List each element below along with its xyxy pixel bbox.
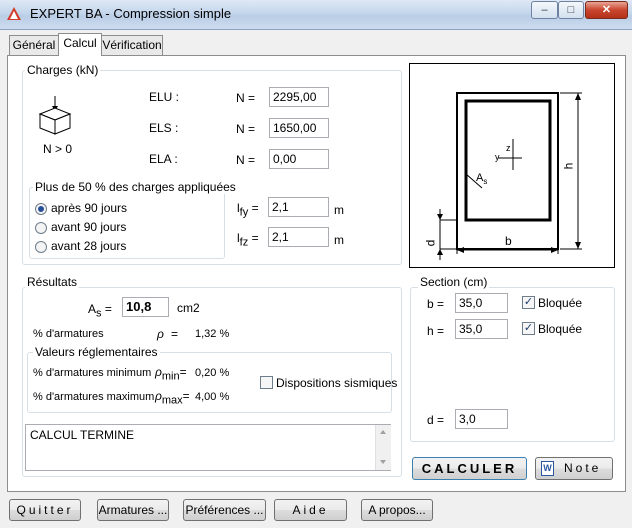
section-diagram: b h d As y z [409, 63, 615, 268]
lfz-label: lfz = [237, 231, 259, 249]
section-group-title: Section (cm) [418, 275, 490, 289]
app-icon [6, 6, 22, 22]
lfy-label: lfy = [237, 201, 259, 219]
diagram-z-axis: z [506, 143, 511, 153]
message-scrollbar[interactable] [375, 425, 391, 470]
lfy-unit: m [334, 203, 344, 217]
ela-n-label: N = [236, 153, 256, 167]
section-b-label: b = [427, 297, 445, 311]
lfy-input[interactable]: 2,1 [268, 197, 329, 217]
lfz-unit: m [334, 233, 344, 247]
elu-n-input[interactable]: 2295,00 [269, 87, 329, 107]
diagram-y-axis: y [495, 152, 500, 162]
radio-apres-90[interactable] [35, 203, 47, 215]
quitter-button[interactable]: Quitter [9, 499, 81, 521]
pct-max-value: 4,00 % [195, 391, 230, 403]
armatures-button[interactable]: Armatures ... [97, 499, 169, 521]
section-d-label: d = [427, 413, 445, 427]
tab-calcul[interactable]: Calcul [58, 33, 102, 56]
preferences-button[interactable]: Préférences ... [183, 499, 266, 521]
diagram-h-label: h [561, 162, 576, 170]
seismic-checkbox[interactable] [260, 376, 273, 389]
message-text: CALCUL TERMINE [30, 428, 135, 442]
note-button[interactable]: W Note [535, 457, 613, 480]
ela-n-input[interactable]: 0,00 [269, 149, 329, 169]
rho-min-label: ρmin= [155, 365, 187, 383]
els-n-label: N = [236, 122, 256, 136]
minimize-button[interactable]: – [531, 1, 558, 19]
diagram-b-label: b [505, 234, 512, 248]
els-label: ELS : [149, 121, 179, 135]
b-locked-checkbox[interactable]: ✓ [522, 296, 535, 309]
rho-eq: = [171, 327, 179, 341]
message-box[interactable]: CALCUL TERMINE [25, 424, 391, 471]
as-unit: cm2 [177, 301, 200, 315]
radio-avant-28-label: avant 28 jours [51, 239, 127, 253]
elu-label: ELU : [149, 90, 180, 104]
section-b-input[interactable]: 35,0 [455, 293, 508, 313]
pct-armatures-label: % d'armatures [33, 328, 104, 340]
radio-avant-90-label: avant 90 jours [51, 220, 127, 234]
calculer-button[interactable]: CALCULER [412, 457, 527, 480]
radio-apres-90-label: après 90 jours [51, 201, 128, 215]
results-group-title: Résultats [25, 275, 80, 289]
aide-button[interactable]: Aide [274, 499, 347, 521]
scroll-down-icon[interactable] [380, 460, 386, 464]
pct-armatures-value: 1,32 % [195, 328, 230, 340]
pct-min-label: % d'armatures minimum [33, 367, 152, 379]
b-locked-label: Bloquée [538, 296, 583, 310]
pct-min-value: 0,20 % [195, 367, 230, 379]
tab-verification[interactable]: Vérification [101, 35, 163, 55]
regl-group-title: Valeurs réglementaires [33, 345, 160, 359]
seismic-label: Dispositions sismiques [276, 376, 398, 390]
section-d-input[interactable]: 3,0 [455, 409, 508, 429]
ela-label: ELA : [149, 152, 178, 166]
apropos-button[interactable]: A propos... [361, 499, 433, 521]
lfz-input[interactable]: 2,1 [268, 227, 329, 247]
load-direction-caption: N > 0 [43, 142, 73, 156]
section-h-label: h = [427, 324, 445, 338]
as-value: 10,8 [122, 297, 169, 317]
applied-loads-title: Plus de 50 % des charges appliquées [33, 180, 238, 194]
rho-max-label: ρmax= [155, 389, 190, 407]
title-bar: EXPERT BA - Compression simple – □ ✕ [0, 0, 632, 30]
window-title: EXPERT BA - Compression simple [30, 6, 232, 21]
h-locked-label: Bloquée [538, 322, 583, 336]
scroll-up-icon[interactable] [380, 430, 386, 434]
section-h-input[interactable]: 35,0 [455, 319, 508, 339]
diagram-d-label: d [423, 239, 438, 247]
rho-label: ρ [157, 327, 164, 341]
diagram-as-label: As [476, 172, 488, 187]
tab-general[interactable]: Général [9, 35, 59, 55]
close-button[interactable]: ✕ [585, 1, 628, 19]
column-load-icon [36, 96, 76, 142]
as-label: As = [88, 302, 112, 320]
h-locked-checkbox[interactable]: ✓ [522, 322, 535, 335]
maximize-button[interactable]: □ [558, 1, 584, 19]
note-icon: W [541, 461, 554, 476]
radio-avant-90[interactable] [35, 222, 47, 234]
els-n-input[interactable]: 1650,00 [269, 118, 329, 138]
pct-max-label: % d'armatures maximum [33, 391, 155, 403]
charges-group-title: Charges (kN) [25, 63, 101, 77]
radio-avant-28[interactable] [35, 241, 47, 253]
elu-n-label: N = [236, 91, 256, 105]
